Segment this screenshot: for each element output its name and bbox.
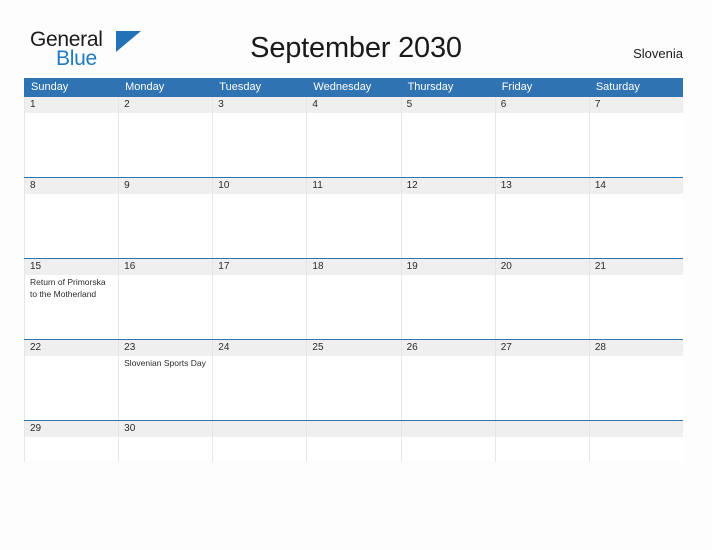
day-number: 13 [500,180,512,191]
calendar-empty-cell [588,421,683,462]
weekday-header-sunday: Sunday [31,81,69,93]
calendar-weeks: 1 2 3 4 5 6 7 8 9 10 11 12 13 14 15 Return of Primorska… [24,96,683,462]
calendar-day-cell[interactable]: 16 [118,259,212,339]
day-number: 17 [218,261,230,272]
weekday-header-wednesday: Wednesday [313,81,372,93]
day-number: 18 [312,261,324,272]
day-number: 8 [30,180,36,191]
calendar-week-row: 15 Return of Primorska to the Motherland 1… [24,258,683,339]
day-number [218,421,301,437]
day-number: 12 [406,180,418,191]
page-header: General Blue September 2030 Slovenia [0,0,712,78]
day-number: 27 [500,342,512,353]
day-number: 7 [594,99,601,110]
day-number: 19 [406,261,418,272]
country-label: Slovenia [633,46,683,61]
day-number: 23 [124,342,136,353]
day-number: 1 [30,99,36,110]
calendar-week-row: 29 30 [24,420,683,462]
day-events: Return of Primorska to the Motherland [30,277,113,300]
calendar-day-cell[interactable]: 13 [494,178,589,258]
day-number: 5 [406,99,413,110]
day-number: 3 [218,99,224,110]
calendar-day-cell[interactable]: 27 [494,340,589,420]
day-number: 28 [594,342,606,353]
day-number: 14 [594,180,606,191]
calendar-empty-cell [400,421,495,462]
page-title: September 2030 [250,32,462,64]
calendar-day-cell[interactable]: 12 [400,178,495,258]
day-number: 6 [500,99,507,110]
weekday-header-monday: Monday [125,81,165,93]
day-number: 21 [594,261,606,272]
day-number: 4 [312,99,318,110]
day-number: 22 [30,342,42,353]
day-number: 20 [500,261,512,272]
day-number [501,421,584,437]
calendar-day-cell[interactable]: 7 [588,97,683,177]
calendar-day-cell[interactable]: 6 [494,97,589,177]
calendar-day-cell[interactable]: 15 Return of Primorska to the Motherland [24,259,118,339]
day-number: 29 [30,423,42,434]
weekday-header-saturday: Saturday [595,81,640,93]
calendar-week-row: 22 23 Slovenian Sports Day 24 25 26 27 28 [24,339,683,420]
day-number [312,421,395,437]
calendar-day-cell[interactable]: 3 [212,97,306,177]
calendar-day-cell[interactable]: 19 [400,259,495,339]
day-number: 16 [124,261,136,272]
holiday-label: Slovenian Sports Day [124,358,206,368]
calendar-grid: Sunday Monday Tuesday Wednesday Thursday Frid… [24,78,683,462]
weekday-header-tuesday: Tuesday [219,81,262,93]
calendar-day-cell[interactable]: 25 [306,340,400,420]
day-number: 26 [406,342,418,353]
day-number [595,421,678,437]
day-number: 9 [124,180,130,191]
calendar-day-cell[interactable]: 11 [306,178,400,258]
weekday-header-thursday: Thursday [407,81,454,93]
calendar-day-cell[interactable]: 21 [588,259,683,339]
calendar-day-cell[interactable]: 4 [306,97,400,177]
calendar-day-cell[interactable]: 24 [212,340,306,420]
calendar-day-cell[interactable]: 30 [118,421,212,462]
calendar-day-cell[interactable]: 8 [24,178,118,258]
calendar-day-cell[interactable]: 17 [212,259,306,339]
calendar-day-cell[interactable]: 1 [24,97,118,177]
calendar-day-cell[interactable]: 29 [24,421,118,462]
day-number: 15 [30,261,42,272]
day-number: 25 [312,342,324,353]
holiday-label: Return of Primorska to the Motherland [30,277,106,299]
calendar-day-cell[interactable]: 28 [588,340,683,420]
calendar-day-cell[interactable]: 20 [494,259,589,339]
calendar-day-cell[interactable]: 23 Slovenian Sports Day [118,340,212,420]
calendar-empty-cell [494,421,589,462]
calendar-day-cell[interactable]: 10 [212,178,306,258]
day-number: 11 [312,180,323,191]
calendar-empty-cell [306,421,400,462]
calendar-week-row: 1 2 3 4 5 6 7 [24,96,683,177]
calendar-day-cell[interactable]: 14 [588,178,683,258]
day-number: 10 [218,180,230,191]
calendar-day-cell[interactable]: 5 [400,97,495,177]
weekday-header-row: Sunday Monday Tuesday Wednesday Thursday Frid… [24,78,683,96]
weekday-header-friday: Friday [501,81,533,93]
calendar-week-row: 8 9 10 11 12 13 14 [24,177,683,258]
day-number: 30 [124,423,136,434]
calendar-day-cell[interactable]: 26 [400,340,495,420]
calendar-day-cell[interactable]: 2 [118,97,212,177]
day-events: Slovenian Sports Day [124,358,207,370]
day-number: 2 [124,99,130,110]
day-number: 24 [218,342,230,353]
calendar-empty-cell [212,421,306,462]
calendar-day-cell[interactable]: 9 [118,178,212,258]
day-number [407,421,490,437]
calendar-page: General Blue September 2030 Slovenia Sun… [0,0,712,550]
calendar-day-cell[interactable]: 18 [306,259,400,339]
calendar-day-cell[interactable]: 22 [24,340,118,420]
